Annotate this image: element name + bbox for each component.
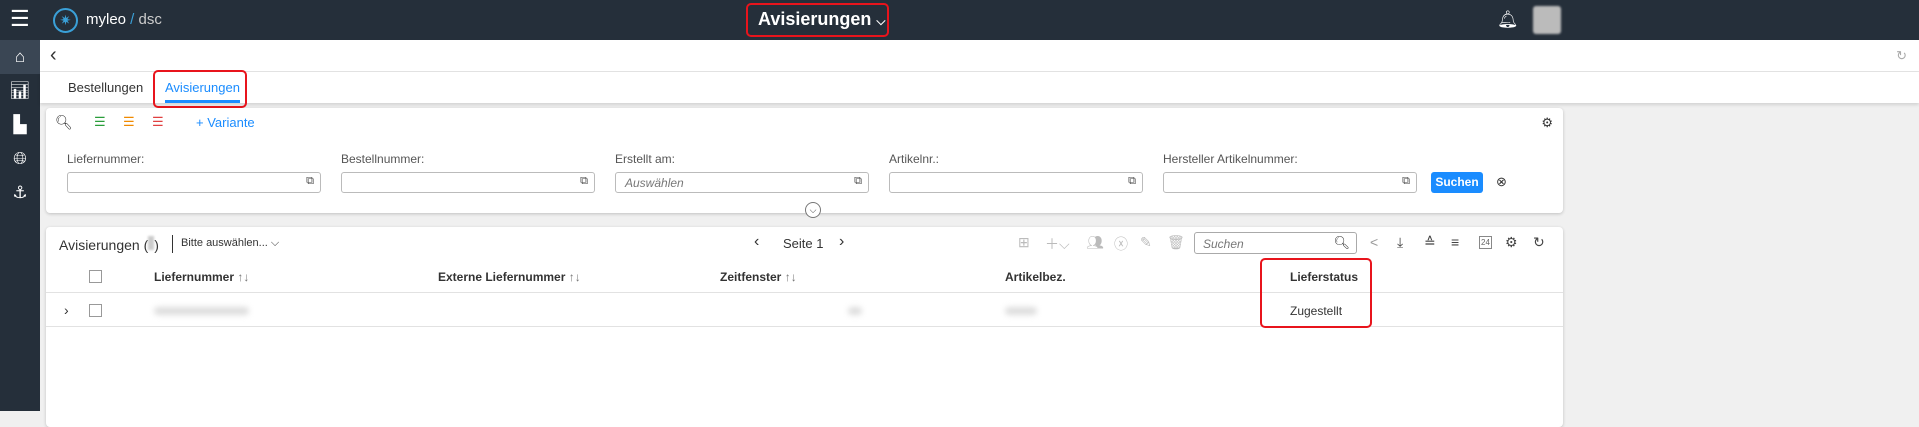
tab-bestellungen[interactable]: Bestellungen — [68, 80, 143, 95]
avatar[interactable] — [1533, 6, 1561, 34]
top-bar: ☰ ✷ myleo / dsc Avisierungen ⌵ 🔔︎ — [0, 0, 1919, 40]
erstellt-am-input[interactable]: Auswählen ⧉ — [615, 172, 869, 193]
settings-icon[interactable]: ⚙ — [1505, 234, 1518, 251]
sort-icon[interactable]: ↑↓ — [569, 270, 581, 284]
reset-icon[interactable]: ⊗ — [1496, 174, 1507, 190]
add-variant-button[interactable]: + Variante — [196, 115, 255, 130]
bestellnummer-label: Bestellnummer: — [341, 152, 425, 166]
select-all-checkbox[interactable] — [89, 270, 102, 283]
brand-name: myleo — [86, 11, 127, 28]
cancel-icon[interactable]: ⓧ — [1114, 234, 1128, 254]
date-placeholder: Auswählen — [625, 176, 684, 190]
expand-row-icon[interactable]: › — [64, 302, 69, 318]
list-red-icon[interactable]: ☰ — [152, 114, 164, 130]
redacted-liefernummer — [154, 307, 249, 315]
back-icon[interactable]: ‹ — [50, 44, 57, 67]
refresh-icon[interactable]: ↻ — [1896, 48, 1907, 64]
bestellnummer-input[interactable]: ⧉ — [341, 172, 595, 193]
add-icon[interactable]: ＋⌵ — [1045, 234, 1070, 254]
edit-icon[interactable]: ✎ — [1140, 234, 1152, 251]
column-externe-liefernummer[interactable]: Externe Liefernummer ↑↓ — [438, 270, 581, 284]
artikelnr-label: Artikelnr.: — [889, 152, 940, 166]
settings-icon[interactable]: ⚙ — [1541, 115, 1553, 131]
hersteller-artikelnummer-input[interactable]: ⧉ — [1163, 172, 1417, 193]
variant-select-value: Bitte auswählen... — [181, 237, 268, 249]
home-icon[interactable]: ⌂ — [0, 40, 40, 74]
anchor-icon[interactable]: ⚓︎ — [0, 176, 40, 210]
assign-user-icon[interactable]: 👥︎ — [1086, 234, 1104, 251]
page-label: Seite 1 — [783, 236, 824, 251]
chevron-down-icon: ⌵ — [876, 14, 886, 28]
value-help-icon[interactable]: ⧉ — [1402, 175, 1410, 188]
calendar-icon[interactable]: 24 — [1479, 236, 1492, 249]
table-title: Avisierungen () — [59, 236, 159, 253]
table-search-input[interactable]: Suchen 🔍︎ — [1194, 232, 1357, 254]
sort-icon[interactable]: ↑↓ — [785, 270, 797, 284]
bell-icon[interactable]: 🔔︎ — [1497, 10, 1519, 30]
page-title-dropdown[interactable]: Avisierungen ⌵ — [758, 9, 886, 30]
next-page-icon[interactable]: › — [839, 233, 844, 251]
tab-bar: Bestellungen Avisierungen — [40, 70, 1919, 108]
delete-icon[interactable]: 🗑︎ — [1167, 234, 1185, 251]
divider — [172, 235, 173, 253]
expand-filter-button[interactable]: ⌵ — [805, 202, 821, 218]
prev-page-icon[interactable]: ‹ — [754, 233, 759, 251]
globe-icon[interactable]: 🌐︎ — [0, 142, 40, 176]
redacted-zeitfenster — [848, 307, 862, 315]
highlight-box — [1260, 258, 1372, 328]
sort-icon[interactable]: ≙ — [1424, 234, 1436, 251]
dashboard-icon[interactable]: ▙ — [0, 108, 40, 142]
search-icon[interactable]: 🔍︎ — [55, 114, 73, 131]
sub-bar: ‹ ↻ — [40, 40, 1919, 72]
search-placeholder: Suchen — [1203, 237, 1244, 251]
page-title: Avisierungen — [758, 9, 872, 29]
download-icon[interactable]: ⤓ — [1397, 234, 1403, 251]
list-orange-icon[interactable]: ☰ — [123, 114, 135, 130]
value-help-icon[interactable]: ⧉ — [306, 175, 314, 188]
liefernummer-input[interactable]: ⧉ — [67, 172, 321, 193]
column-label: Externe Liefernummer — [438, 270, 566, 284]
artikelnr-input[interactable]: ⧉ — [889, 172, 1143, 193]
hersteller-artikelnummer-label: Hersteller Artikelnummer: — [1163, 152, 1298, 166]
column-zeitfenster[interactable]: Zeitfenster ↑↓ — [720, 270, 797, 284]
variant-select[interactable]: Bitte auswählen... ⌵ — [181, 237, 279, 250]
reload-icon[interactable]: ↻ — [1533, 234, 1545, 251]
brand-suffix: dsc — [138, 11, 162, 28]
erstellt-am-label: Erstellt am: — [615, 152, 676, 166]
column-artikelbez[interactable]: Artikelbez. — [1005, 270, 1066, 284]
column-label: Zeitfenster — [720, 270, 782, 284]
share-icon[interactable]: < — [1370, 234, 1378, 250]
filter-bar: 🔍︎ ☰ ☰ ☰ + Variante ⚙ Liefernummer: ⧉ Be… — [46, 108, 1563, 218]
search-icon[interactable]: 🔍︎ — [1333, 235, 1350, 251]
table-title-text: Avisierungen ( — [59, 237, 149, 253]
logo-icon: ✷ — [53, 8, 78, 33]
redacted-artikelbez — [1005, 307, 1037, 315]
brand: myleo / dsc — [86, 11, 162, 28]
table-title-close: ) — [154, 237, 159, 253]
filter-icon[interactable]: ≡ — [1451, 234, 1459, 250]
analytics-icon[interactable]: 📊︎ — [0, 74, 40, 108]
sidebar: ⌂ 📊︎ ▙ 🌐︎ ⚓︎ — [0, 40, 40, 411]
search-button[interactable]: Suchen — [1431, 172, 1483, 193]
liefernummer-label: Liefernummer: — [67, 152, 145, 166]
menu-icon[interactable]: ☰ — [10, 8, 30, 30]
value-help-icon[interactable]: ⧉ — [580, 175, 588, 188]
highlight-box — [153, 70, 247, 108]
columns-icon[interactable]: ⊞ — [1018, 234, 1030, 251]
row-checkbox[interactable] — [89, 304, 102, 317]
sort-icon[interactable]: ↑↓ — [237, 270, 249, 284]
list-green-icon[interactable]: ☰ — [94, 114, 106, 130]
calendar-icon[interactable]: ⧉ — [854, 175, 862, 188]
value-help-icon[interactable]: ⧉ — [1128, 175, 1136, 188]
column-label: Liefernummer — [154, 270, 235, 284]
column-liefernummer[interactable]: Liefernummer ↑↓ — [154, 270, 249, 284]
